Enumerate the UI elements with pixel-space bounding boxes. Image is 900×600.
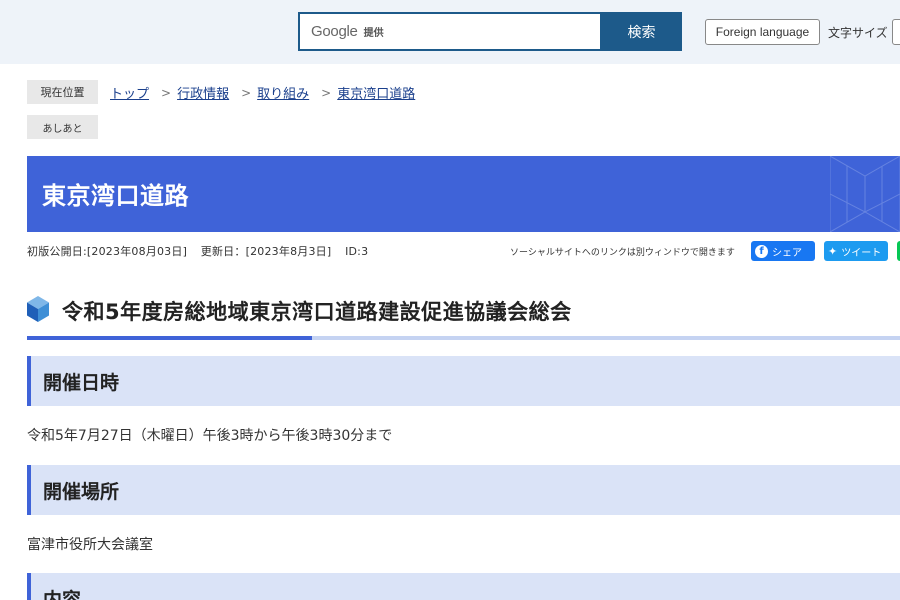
twitter-icon: ✦ <box>828 244 838 258</box>
published-date: 初版公開日:[2023年08月03日] <box>27 245 188 258</box>
page-id: ID:3 <box>345 245 369 258</box>
font-size-label: 文字サイズ <box>828 26 888 40</box>
breadcrumb-gyosei[interactable]: 行政情報 <box>177 83 229 102</box>
section-heading-text: 開催場所 <box>43 481 120 503</box>
page-title-banner: 東京湾口道路 <box>27 156 900 232</box>
breadcrumb-top[interactable]: トップ <box>110 83 149 102</box>
sns-note: ソーシャルサイトへのリンクは別ウィンドウで開きます <box>510 248 735 258</box>
site-header: Google 提供 検索 Foreign language 文字サイズ <box>0 0 900 64</box>
search-button[interactable]: 検索 <box>601 12 682 51</box>
banner-pattern <box>830 156 900 232</box>
section-body-venue: 富津市役所大会議室 <box>27 537 153 553</box>
twitter-share-label: ツイート <box>841 247 882 259</box>
section-heading-content: 内容 <box>27 573 900 600</box>
chevron-right-icon: > <box>161 85 172 100</box>
article-title: 令和5年度房総地域東京湾口道路建設促進協議会総会 <box>62 300 572 324</box>
section-body-datetime: 令和5年7月27日（木曜日）午後3時から午後3時30分まで <box>27 428 393 444</box>
chevron-right-icon: > <box>241 85 252 100</box>
search-provided-label: 提供 <box>363 28 384 39</box>
heading-underline-accent <box>27 336 312 340</box>
section-heading-datetime: 開催日時 <box>27 356 900 406</box>
ashiato-button[interactable]: あしあと <box>27 115 98 139</box>
google-logo: Google <box>311 23 358 40</box>
chevron-right-icon: > <box>321 85 332 100</box>
facebook-share-label: シェア <box>772 247 802 259</box>
section-heading-text: 内容 <box>43 589 82 600</box>
facebook-icon: f <box>755 244 768 258</box>
page-title: 東京湾口道路 <box>42 182 189 210</box>
facebook-share-button[interactable]: f シェア <box>751 241 815 261</box>
breadcrumb-label: 現在位置 <box>27 80 98 104</box>
breadcrumb-torikumi[interactable]: 取り組み <box>257 83 309 102</box>
heading-underline <box>312 336 900 340</box>
section-heading-venue: 開催場所 <box>27 465 900 515</box>
search-input[interactable]: Google 提供 <box>298 12 602 51</box>
cube-icon <box>27 296 49 322</box>
updated-date: 更新日：[2023年8月3日] <box>200 245 332 258</box>
page-meta: 初版公開日:[2023年08月03日] 更新日：[2023年8月3日] ID:3 <box>27 243 378 259</box>
twitter-share-button[interactable]: ✦ ツイート <box>824 241 888 261</box>
breadcrumb: トップ > 行政情報 > 取り組み > 東京湾口道路 <box>110 83 415 103</box>
breadcrumb-current[interactable]: 東京湾口道路 <box>337 83 415 102</box>
font-size-control[interactable] <box>892 19 900 45</box>
article-heading: 令和5年度房総地域東京湾口道路建設促進協議会総会 <box>27 294 900 340</box>
section-heading-text: 開催日時 <box>43 372 120 394</box>
foreign-language-button[interactable]: Foreign language <box>705 19 820 45</box>
